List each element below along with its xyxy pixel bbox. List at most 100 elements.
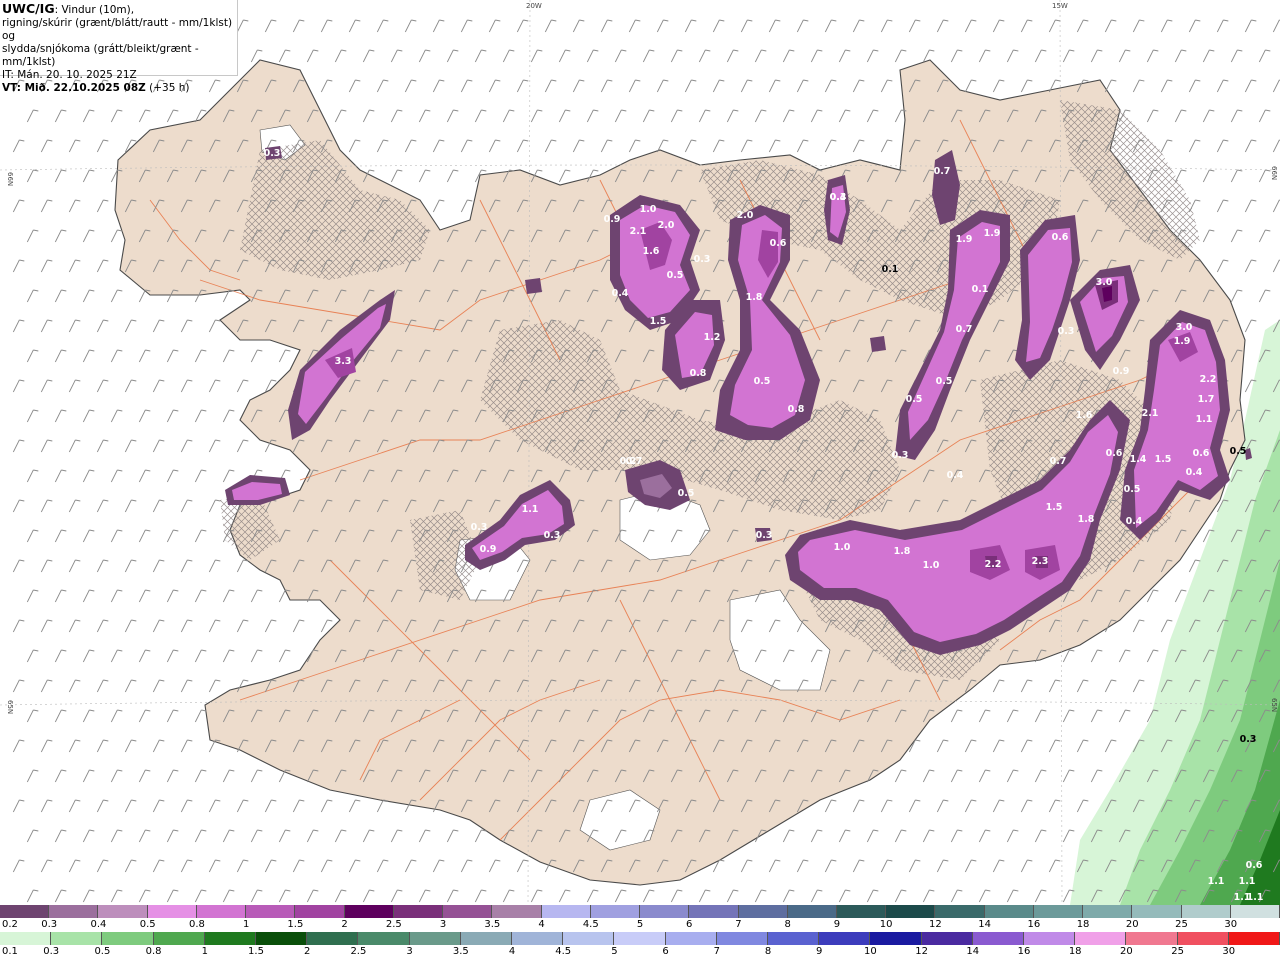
legend-swatch [787, 905, 837, 918]
legend-label: 1 [242, 919, 250, 930]
legend-label: 0.4 [90, 919, 107, 930]
precip-value-label: 2.0 [737, 210, 754, 221]
legend-label: 0.8 [188, 919, 205, 930]
legend-label: 5 [636, 919, 644, 930]
precip-value-label: 0.3 [830, 192, 847, 203]
legend-snow-colorbar [0, 905, 1280, 918]
precip-value-label: 1.1 [522, 504, 539, 515]
lat-66n-right-label: 66N [1270, 166, 1278, 180]
precip-value-label: 3.0 [1176, 322, 1193, 333]
legend-label: 9 [816, 946, 823, 957]
map-header: UWC/IG: Vindur (10m), rigning/skúrir (gr… [0, 0, 238, 94]
precip-value-label: 1.0 [923, 560, 940, 571]
legend-swatch [738, 905, 788, 918]
legend-label: 7 [735, 919, 742, 930]
precip-value-label: 1.5 [650, 316, 667, 327]
legend-label: 0.3 [41, 919, 58, 930]
precip-value-label: 0.5 [678, 488, 695, 499]
precip-value-label: 0.5 [936, 376, 953, 387]
valid-time: VT: Mið. 22.10.2025 08Z [2, 82, 146, 94]
precip-value-label: 0.4 [612, 288, 629, 299]
legend-label: 4 [538, 919, 545, 930]
legend-label: 14 [978, 919, 991, 930]
legend-swatch [665, 932, 717, 945]
precip-value-label: 2.0 [658, 220, 675, 231]
legend-label: 14 [966, 946, 980, 957]
legend-swatch [541, 905, 591, 918]
legend-label: 8 [764, 946, 772, 957]
precip-value-label: 0.3 [471, 522, 488, 533]
legend-rain-labels: 0.1 0.3 0.5 0.8 1 1.5 2 2.5 3 3.5 4 4.5 5 6 7 8 9 10 12 14 1… [0, 946, 1280, 958]
legend-swatch [1181, 905, 1231, 918]
precip-value-label: 0.3 [1058, 326, 1075, 337]
legend-snow-labels: 0.2 0.3 0.4 0.5 0.8 1 1.5 2 2.5 3 3.5 4 4.5 5 6 7 8 9 10 12… [0, 919, 1280, 931]
precip-value-label: 0.6 [1106, 448, 1123, 459]
lon-15w-label: 15W [1052, 2, 1068, 10]
precip-value-label: 0.9 [604, 214, 621, 225]
lat-65n-left-label: 65N [6, 700, 14, 714]
precip-value-label: 0.3 [1240, 734, 1257, 745]
legend-label: 0.5 [139, 919, 156, 930]
legend-swatch [204, 932, 257, 945]
precip-value-label: 0.3 [756, 530, 773, 541]
precip-value-label: 0.7 [1050, 456, 1067, 467]
legend-swatch [102, 932, 154, 945]
precip-value-label: 0.8 [788, 404, 805, 415]
legend-swatch [563, 932, 615, 945]
legend-swatch [935, 905, 985, 918]
precip-value-label: 1.9 [1174, 336, 1191, 347]
legend-swatch [768, 932, 820, 945]
precip-value-label: 0.9 [480, 544, 497, 555]
precip-value-label: 0.6 [1052, 232, 1069, 243]
precip-value-label: 0.3 [694, 254, 711, 265]
precip-value-label: 1.2 [704, 332, 721, 343]
precip-value-label: 2.3 [1032, 556, 1049, 567]
legend-swatch [153, 932, 205, 945]
precip-value-label: 0.3 [892, 450, 909, 461]
legend-swatch [1033, 905, 1084, 918]
legend-swatch [51, 932, 103, 945]
legend-swatch [1228, 932, 1280, 945]
legend-label: 2 [304, 946, 311, 957]
legend-rain-colorbar [0, 932, 1280, 945]
legend-label: 25 [1175, 919, 1188, 930]
legend-label: 7 [713, 946, 720, 957]
precip-value-label: 0.7 [934, 166, 951, 177]
header-line-1: UWC/IG: Vindur (10m), [2, 2, 237, 17]
precip-value-label: 1.4 [1130, 454, 1147, 465]
precip-value-label: 0.3 [642, 506, 659, 517]
legend-label: 1 [201, 946, 208, 957]
lat-65n-right-label: 65N [1270, 698, 1278, 712]
lead-time: (+35 h) [149, 82, 190, 94]
precip-value-label: 0.5 [754, 376, 771, 387]
legend-swatch [358, 932, 410, 945]
legend-label: 8 [784, 919, 791, 930]
legend-label: 18 [1076, 919, 1090, 930]
legend-swatch [972, 932, 1025, 945]
legend-swatch [460, 932, 513, 945]
header-desc-1: : Vindur (10m), [54, 4, 135, 16]
legend-swatch [443, 905, 493, 918]
precip-value-label: 1.6 [643, 246, 660, 257]
legend-label: 30 [1222, 946, 1236, 957]
legend-swatch [1126, 932, 1178, 945]
legend-swatch [0, 905, 50, 918]
legend-swatch [870, 932, 922, 945]
precip-value-label: 0.1 [882, 264, 899, 275]
legend-swatch [246, 905, 296, 918]
precip-value-label: 0.6 [770, 238, 787, 249]
legend-swatch [716, 932, 769, 945]
legend-label: 4.5 [555, 946, 572, 957]
legend-label: 5 [611, 946, 618, 957]
legend-swatch [590, 905, 641, 918]
legend-label: 30 [1224, 919, 1238, 930]
legend-swatch [836, 905, 887, 918]
legend-swatch [409, 932, 461, 945]
legend-label: 25 [1171, 946, 1184, 957]
precip-value-label: 0.8 [690, 368, 707, 379]
precip-value-label: 1.9 [984, 228, 1001, 239]
lat-66n-left-label: 66N [6, 172, 14, 186]
legend-label: 1.5 [248, 946, 264, 957]
legend-label: 18 [1068, 946, 1082, 957]
legend-label: 0.5 [94, 946, 111, 957]
